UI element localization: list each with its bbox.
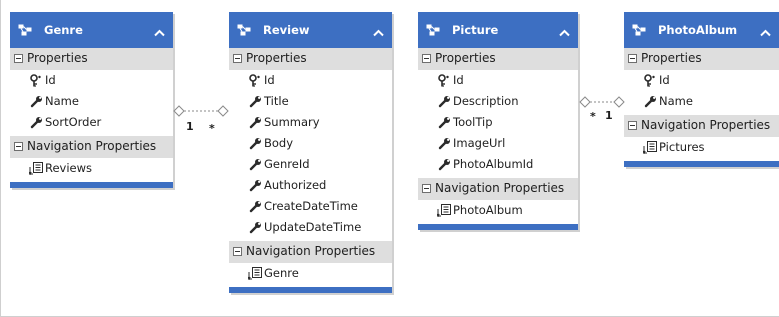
association-connectors [173, 96, 625, 117]
multiplicity-photoalbum-end: 1 [605, 109, 613, 122]
multiplicity-genre-end: 1 [186, 120, 194, 133]
association-picture-photoalbum[interactable] [579, 96, 625, 108]
association-genre-review[interactable] [173, 105, 229, 117]
multiplicity-picture-end: * [590, 110, 596, 123]
multiplicity-review-end: * [209, 122, 215, 135]
